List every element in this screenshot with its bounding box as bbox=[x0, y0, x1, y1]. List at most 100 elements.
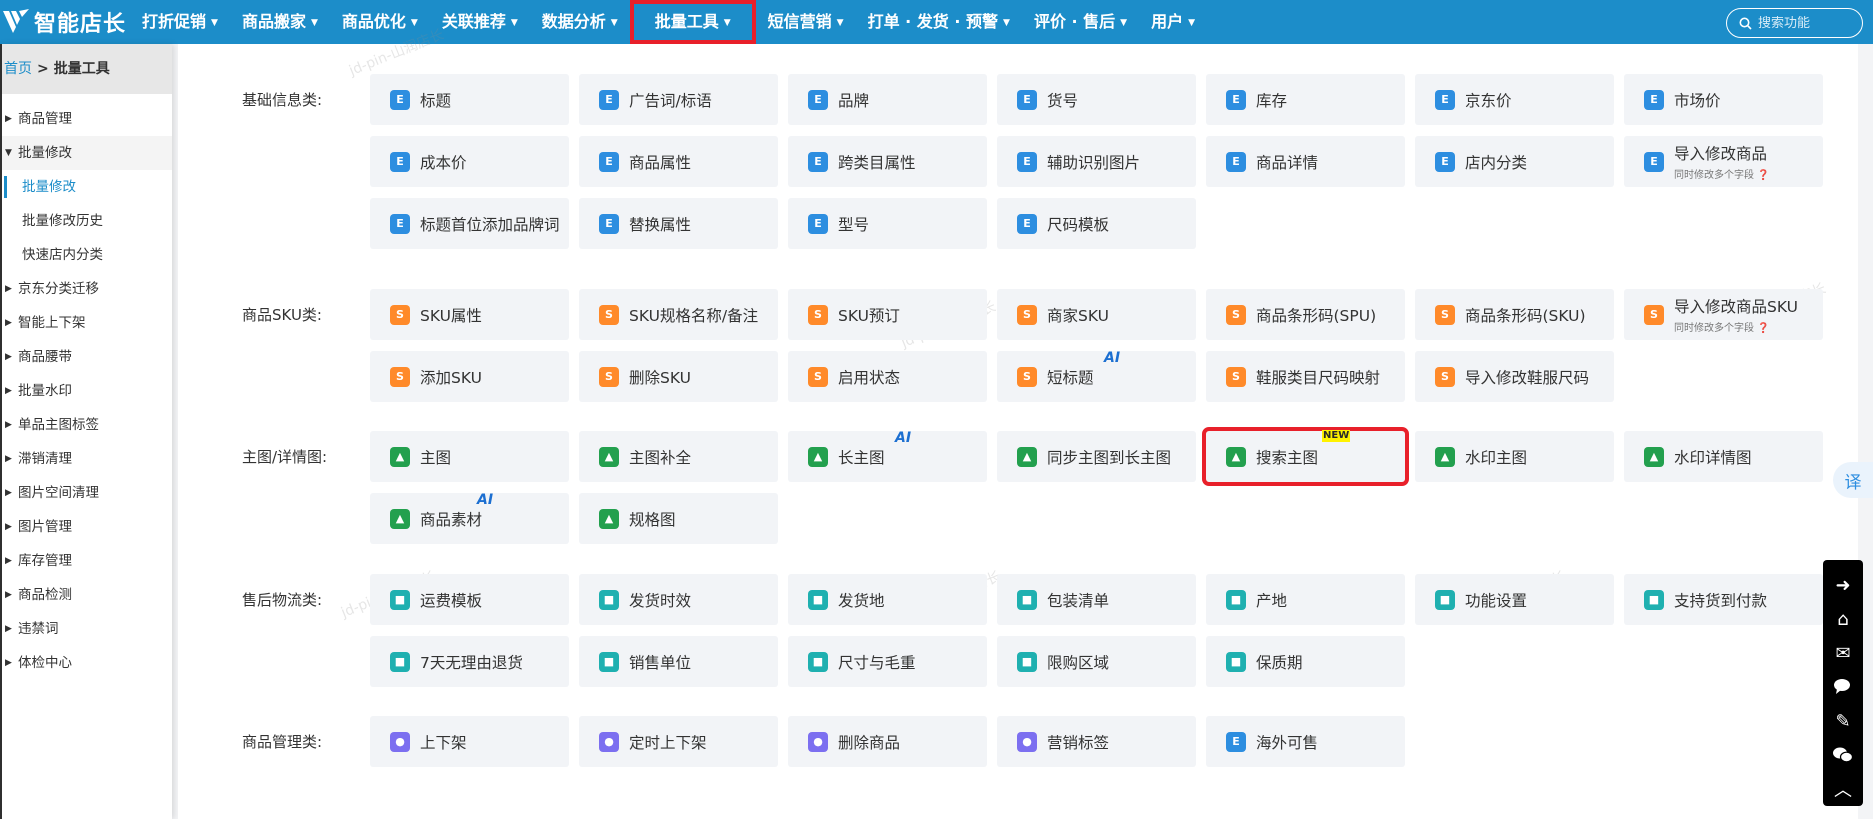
mail-icon[interactable]: ✉ bbox=[1823, 636, 1863, 670]
sidebar-item-quick-category[interactable]: 快速店内分类 bbox=[2, 238, 172, 272]
sidebar-item-batch-modify-group[interactable]: ▼ 批量修改 bbox=[2, 136, 172, 170]
batch-function-button[interactable]: E 品牌 bbox=[788, 74, 987, 125]
batch-function-button[interactable]: E 店内分类 bbox=[1415, 136, 1614, 187]
sidebar-item-health-center[interactable]: ▶ 体检中心 bbox=[2, 646, 172, 680]
translate-button[interactable]: 译 bbox=[1833, 462, 1873, 498]
batch-function-button[interactable]: E 市场价 bbox=[1624, 74, 1823, 125]
batch-function-button[interactable]: E 商品属性 bbox=[579, 136, 778, 187]
batch-function-button[interactable]: S 鞋服类目尺码映射 bbox=[1206, 351, 1405, 402]
batch-function-button[interactable]: ● 营销标签 bbox=[997, 716, 1196, 767]
batch-function-button[interactable]: ● 定时上下架 bbox=[579, 716, 778, 767]
nav-user[interactable]: 用户 ▼ bbox=[1139, 0, 1207, 44]
function-hint: 同时修改多个字段 ❓ bbox=[1674, 323, 1770, 334]
batch-function-button[interactable]: ▲ 长主图 AI bbox=[788, 430, 987, 482]
batch-function-button[interactable]: ▲ 规格图 bbox=[579, 493, 778, 544]
batch-function-button[interactable]: S SKU规格名称/备注 bbox=[579, 289, 778, 340]
logo[interactable]: 智能店长 bbox=[0, 0, 126, 44]
batch-function-button[interactable]: ■ 运费模板 bbox=[370, 574, 569, 625]
arrow-right-icon[interactable]: ➜ bbox=[1823, 568, 1863, 602]
batch-function-button[interactable]: E 京东价 bbox=[1415, 74, 1614, 125]
sidebar-item-product-check[interactable]: ▶ 商品检测 bbox=[2, 578, 172, 612]
batch-function-button[interactable]: ■ 产地 bbox=[1206, 574, 1405, 625]
chat-icon[interactable] bbox=[1823, 670, 1863, 704]
batch-function-button[interactable]: ■ 发货地 bbox=[788, 574, 987, 625]
sidebar-item-forbidden-words[interactable]: ▶ 违禁词 bbox=[2, 612, 172, 646]
function-label: 发货时效 bbox=[629, 591, 692, 610]
nav-discount[interactable]: 打折促销 ▼ bbox=[130, 0, 230, 44]
function-label: 标题首位添加品牌词 bbox=[420, 215, 560, 234]
sidebar-item-image-manage[interactable]: ▶ 图片管理 bbox=[2, 510, 172, 544]
sidebar-item-product-belt[interactable]: ▶ 商品腰带 bbox=[2, 340, 172, 374]
sidebar-item-jd-category-migrate[interactable]: ▶ 京东分类迁移 bbox=[2, 272, 172, 306]
nav-sms[interactable]: 短信营销 ▼ bbox=[756, 0, 856, 44]
batch-function-button[interactable]: ▲ 水印详情图 bbox=[1624, 431, 1823, 482]
nav-related[interactable]: 关联推荐 ▼ bbox=[430, 0, 530, 44]
batch-function-button[interactable]: ■ 限购区域 bbox=[997, 636, 1196, 687]
sidebar-item-image-space-clean[interactable]: ▶ 图片空间清理 bbox=[2, 476, 172, 510]
batch-function-button[interactable]: ■ 功能设置 bbox=[1415, 574, 1614, 625]
batch-function-button[interactable]: E 导入修改商品 同时修改多个字段 ❓ bbox=[1624, 136, 1823, 187]
edit-icon[interactable]: ✎ bbox=[1823, 704, 1863, 738]
batch-function-button[interactable]: ▲ 商品素材 AI bbox=[370, 492, 569, 544]
nav-reviews[interactable]: 评价 · 售后 ▼ bbox=[1022, 0, 1139, 44]
sidebar-item-stock-manage[interactable]: ▶ 库存管理 bbox=[2, 544, 172, 578]
home-icon[interactable]: ⌂ bbox=[1823, 602, 1863, 636]
batch-function-button[interactable]: ■ 包装清单 bbox=[997, 574, 1196, 625]
sidebar-item-product-manage[interactable]: ▶ 商品管理 bbox=[2, 102, 172, 136]
batch-function-button[interactable]: E 辅助识别图片 bbox=[997, 136, 1196, 187]
batch-function-button[interactable]: ▲ 水印主图 bbox=[1415, 431, 1614, 482]
batch-function-button[interactable]: S SKU预订 bbox=[788, 289, 987, 340]
batch-function-button[interactable]: E 广告词/标语 bbox=[579, 74, 778, 125]
nav-analytics[interactable]: 数据分析 ▼ bbox=[530, 0, 630, 44]
breadcrumb-home[interactable]: 首页 bbox=[4, 61, 32, 77]
batch-function-button[interactable]: ■ 尺寸与毛重 bbox=[788, 636, 987, 687]
batch-function-button[interactable]: S 添加SKU bbox=[370, 351, 569, 402]
batch-function-button[interactable]: E 尺码模板 bbox=[997, 198, 1196, 249]
batch-function-button[interactable]: ▲ 同步主图到长主图 bbox=[997, 431, 1196, 482]
batch-function-button[interactable]: S 启用状态 bbox=[788, 351, 987, 402]
batch-function-button[interactable]: ■ 发货时效 bbox=[579, 574, 778, 625]
batch-function-button[interactable]: E 标题 bbox=[370, 74, 569, 125]
nav-shipping[interactable]: 打单 · 发货 · 预警 ▼ bbox=[856, 0, 1022, 44]
batch-function-button[interactable]: ● 删除商品 bbox=[788, 716, 987, 767]
batch-function-button[interactable]: E 库存 bbox=[1206, 74, 1405, 125]
sidebar-item-batch-history[interactable]: 批量修改历史 bbox=[2, 204, 172, 238]
function-search[interactable] bbox=[1726, 8, 1863, 38]
sidebar-item-smart-shelf[interactable]: ▶ 智能上下架 bbox=[2, 306, 172, 340]
batch-function-button[interactable]: E 成本价 bbox=[370, 136, 569, 187]
batch-function-button[interactable]: E 标题首位添加品牌词 bbox=[370, 198, 569, 249]
batch-function-button[interactable]: E 型号 bbox=[788, 198, 987, 249]
batch-function-button[interactable]: S 商品条形码(SPU) bbox=[1206, 289, 1405, 340]
batch-function-button[interactable]: ■ 销售单位 bbox=[579, 636, 778, 687]
sidebar-item-batch-watermark[interactable]: ▶ 批量水印 bbox=[2, 374, 172, 408]
sidebar-item-slow-clean[interactable]: ▶ 滞销清理 bbox=[2, 442, 172, 476]
search-input[interactable] bbox=[1758, 15, 1858, 31]
batch-function-button[interactable]: ▲ 搜索主图 NEW bbox=[1202, 427, 1409, 486]
batch-function-button[interactable]: E 跨类目属性 bbox=[788, 136, 987, 187]
batch-function-button[interactable]: E 商品详情 bbox=[1206, 136, 1405, 187]
batch-function-button[interactable]: ■ 保质期 bbox=[1206, 636, 1405, 687]
batch-function-button[interactable]: S SKU属性 bbox=[370, 289, 569, 340]
batch-function-button[interactable]: E 海外可售 bbox=[1206, 716, 1405, 767]
batch-function-button[interactable]: S 导入修改商品SKU 同时修改多个字段 ❓ bbox=[1624, 289, 1823, 340]
batch-function-button[interactable]: E 货号 bbox=[997, 74, 1196, 125]
batch-function-button[interactable]: ● 上下架 bbox=[370, 716, 569, 767]
batch-function-button[interactable]: ▲ 主图补全 bbox=[579, 431, 778, 482]
function-label: 商品详情 bbox=[1256, 153, 1319, 172]
batch-function-button[interactable]: ■ 7天无理由退货 bbox=[370, 636, 569, 687]
nav-batch-tools[interactable]: 批量工具 ▼ bbox=[629, 0, 756, 44]
batch-function-button[interactable]: ■ 支持货到付款 bbox=[1624, 574, 1823, 625]
batch-function-button[interactable]: S 短标题 AI bbox=[997, 350, 1196, 402]
batch-function-button[interactable]: S 导入修改鞋服尺码 bbox=[1415, 351, 1614, 402]
nav-product-optimize[interactable]: 商品优化 ▼ bbox=[330, 0, 430, 44]
wechat-icon[interactable] bbox=[1823, 738, 1863, 772]
nav-product-move[interactable]: 商品搬家 ▼ bbox=[230, 0, 330, 44]
back-to-top-icon[interactable]: ︿ bbox=[1823, 772, 1863, 806]
batch-function-button[interactable]: S 商家SKU bbox=[997, 289, 1196, 340]
batch-function-button[interactable]: ▲ 主图 bbox=[370, 431, 569, 482]
sidebar-item-batch-modify[interactable]: 批量修改 bbox=[2, 170, 172, 204]
batch-function-button[interactable]: S 商品条形码(SKU) bbox=[1415, 289, 1614, 340]
batch-function-button[interactable]: S 删除SKU bbox=[579, 351, 778, 402]
sidebar-item-main-image-tag[interactable]: ▶ 单品主图标签 bbox=[2, 408, 172, 442]
batch-function-button[interactable]: E 替换属性 bbox=[579, 198, 778, 249]
